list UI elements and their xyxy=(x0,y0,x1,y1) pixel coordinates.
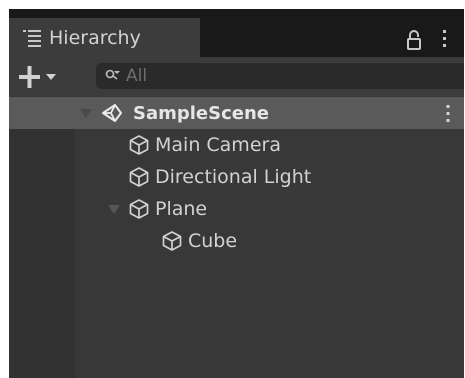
tab-label: Hierarchy xyxy=(49,27,141,49)
search-input[interactable] xyxy=(126,65,446,87)
cube-icon xyxy=(129,199,149,219)
tab-hierarchy[interactable]: Hierarchy xyxy=(9,18,200,58)
hierarchy-gutter xyxy=(9,97,75,378)
tree-item[interactable]: Main Camera xyxy=(128,129,281,161)
scene-name: SampleScene xyxy=(133,102,269,124)
lock-icon[interactable] xyxy=(406,29,422,51)
foldout-expanded-icon[interactable] xyxy=(78,107,94,119)
tree-item[interactable]: Directional Light xyxy=(128,161,311,193)
toolbar xyxy=(9,58,464,96)
cube-icon xyxy=(162,231,182,251)
cube-icon xyxy=(129,167,149,187)
foldout-expanded-icon[interactable] xyxy=(106,203,122,215)
tree-item[interactable]: Plane xyxy=(106,193,207,225)
tree-item[interactable]: Cube xyxy=(161,225,237,257)
tree-item-label: Main Camera xyxy=(155,134,281,156)
search-field[interactable] xyxy=(96,63,464,89)
scene-header[interactable]: SampleScene xyxy=(78,97,269,129)
search-filter-icon xyxy=(105,69,120,80)
tree-item-label: Plane xyxy=(155,198,208,220)
tree-item-label: Directional Light xyxy=(155,166,312,188)
cube-icon xyxy=(129,135,149,155)
tab-bar: Hierarchy xyxy=(9,9,464,58)
tree-item-label: Cube xyxy=(188,230,238,252)
unity-scene-icon xyxy=(102,104,122,122)
hierarchy-list-icon xyxy=(23,30,41,47)
hierarchy-panel: Hierarchy All SampleScene Main Camera Di… xyxy=(9,9,464,378)
more-vertical-icon[interactable] xyxy=(434,28,454,50)
scene-options-icon[interactable] xyxy=(443,102,453,124)
plus-dropdown-icon[interactable] xyxy=(19,64,61,90)
